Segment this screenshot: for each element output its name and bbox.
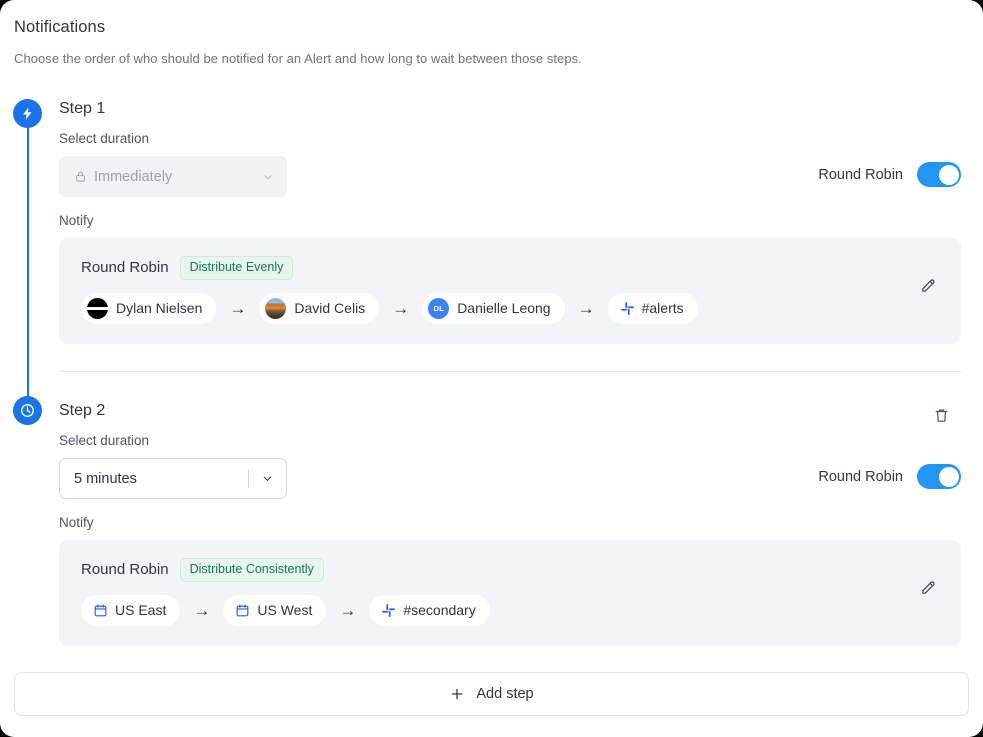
trash-icon (935, 409, 947, 422)
chip-label: US East (115, 602, 167, 618)
chip-label: #alerts (641, 300, 684, 316)
slack-icon (381, 603, 396, 618)
chain-arrow-icon: → (339, 600, 357, 620)
chip-label: David Celis (294, 300, 366, 316)
avatar (265, 297, 287, 319)
plus-icon (449, 686, 465, 702)
step-2-round-robin-toggle[interactable] (917, 464, 961, 489)
chip-label: Dylan Nielsen (116, 300, 203, 316)
step-1-bullet-lightning (13, 99, 42, 128)
chip-label: Danielle Leong (457, 300, 551, 316)
chain-arrow-icon: → (577, 298, 595, 318)
step-2-panel-head: Round Robin Distribute Consistently (81, 558, 941, 582)
step-1-notify-panel: Round Robin Distribute Evenly Dylan Niel… (59, 238, 961, 344)
slack-icon (620, 301, 635, 316)
select-divider (248, 469, 249, 488)
chain-arrow-icon: → (392, 298, 410, 318)
page-subtitle: Choose the order of who should be notifi… (14, 51, 582, 66)
step-2-duration-value: 5 minutes (74, 470, 137, 487)
step-1-duration-select[interactable]: Immediately (59, 156, 287, 197)
step-1-round-robin-group: Round Robin (818, 162, 961, 187)
lock-icon (74, 170, 87, 183)
step-1-panel-title: Round Robin (81, 259, 169, 277)
step-1-round-robin-label: Round Robin (818, 166, 903, 183)
toggle-knob (938, 164, 959, 185)
calendar-icon (235, 603, 250, 618)
step-2-edit-button[interactable] (917, 576, 939, 598)
step-1-distribute-badge: Distribute Evenly (179, 256, 294, 280)
step-1-duration-value: Immediately (94, 168, 173, 185)
avatar (87, 297, 108, 319)
step-2-delete-button[interactable] (931, 405, 951, 425)
step-2-notify-panel: Round Robin Distribute Consistently US E… (59, 540, 961, 646)
step-1-duration-label: Select duration (59, 131, 150, 146)
step-divider (59, 371, 961, 372)
notifications-page: Notifications Choose the order of who sh… (0, 0, 983, 737)
step-1-panel-head: Round Robin Distribute Evenly (81, 256, 941, 280)
clock-icon (21, 404, 34, 417)
step-1-notify-chain: Dylan Nielsen → David Celis → DL Daniell… (81, 292, 941, 324)
chain-arrow-icon: → (193, 600, 211, 620)
step-2-notify-chain: US East → US West → #secondary (81, 594, 941, 626)
chevron-down-icon (262, 171, 274, 183)
step-2-notify-label: Notify (59, 515, 94, 530)
step-2-distribute-badge: Distribute Consistently (179, 558, 324, 582)
chip-danielle-leong[interactable]: DL Danielle Leong (422, 292, 565, 324)
chip-us-west[interactable]: US West (223, 594, 327, 626)
chip-alerts-channel[interactable]: #alerts (607, 292, 698, 324)
add-step-button[interactable]: Add step (14, 672, 969, 716)
chip-label: #secondary (403, 602, 476, 618)
step-2-bullet-clock (13, 396, 42, 425)
step-2-round-robin-group: Round Robin (818, 464, 961, 489)
add-step-label: Add step (476, 686, 534, 702)
pencil-icon (921, 580, 935, 594)
step-1-title: Step 1 (59, 100, 106, 117)
chevron-down-icon (261, 472, 274, 485)
page-title: Notifications (14, 18, 106, 36)
chip-dylan-nielsen[interactable]: Dylan Nielsen (81, 292, 217, 324)
lightning-bolt-icon (23, 107, 32, 120)
pencil-icon (921, 278, 935, 292)
chip-label: US West (257, 602, 313, 618)
avatar-initials: DL (428, 297, 450, 319)
step-1-round-robin-toggle[interactable] (917, 162, 961, 187)
timeline-connector (27, 112, 29, 412)
chip-us-east[interactable]: US East (81, 594, 181, 626)
chip-david-celis[interactable]: David Celis (259, 292, 380, 324)
step-1-notify-label: Notify (59, 213, 94, 228)
step-2-duration-label: Select duration (59, 433, 150, 448)
toggle-knob (938, 466, 959, 487)
step-2-title: Step 2 (59, 402, 106, 419)
chip-secondary-channel[interactable]: #secondary (369, 594, 490, 626)
chain-arrow-icon: → (229, 298, 247, 318)
step-1-edit-button[interactable] (917, 274, 939, 296)
step-2-round-robin-label: Round Robin (818, 468, 903, 485)
step-2-panel-title: Round Robin (81, 561, 169, 579)
calendar-icon (93, 603, 108, 618)
step-2-duration-select[interactable]: 5 minutes (59, 458, 287, 499)
